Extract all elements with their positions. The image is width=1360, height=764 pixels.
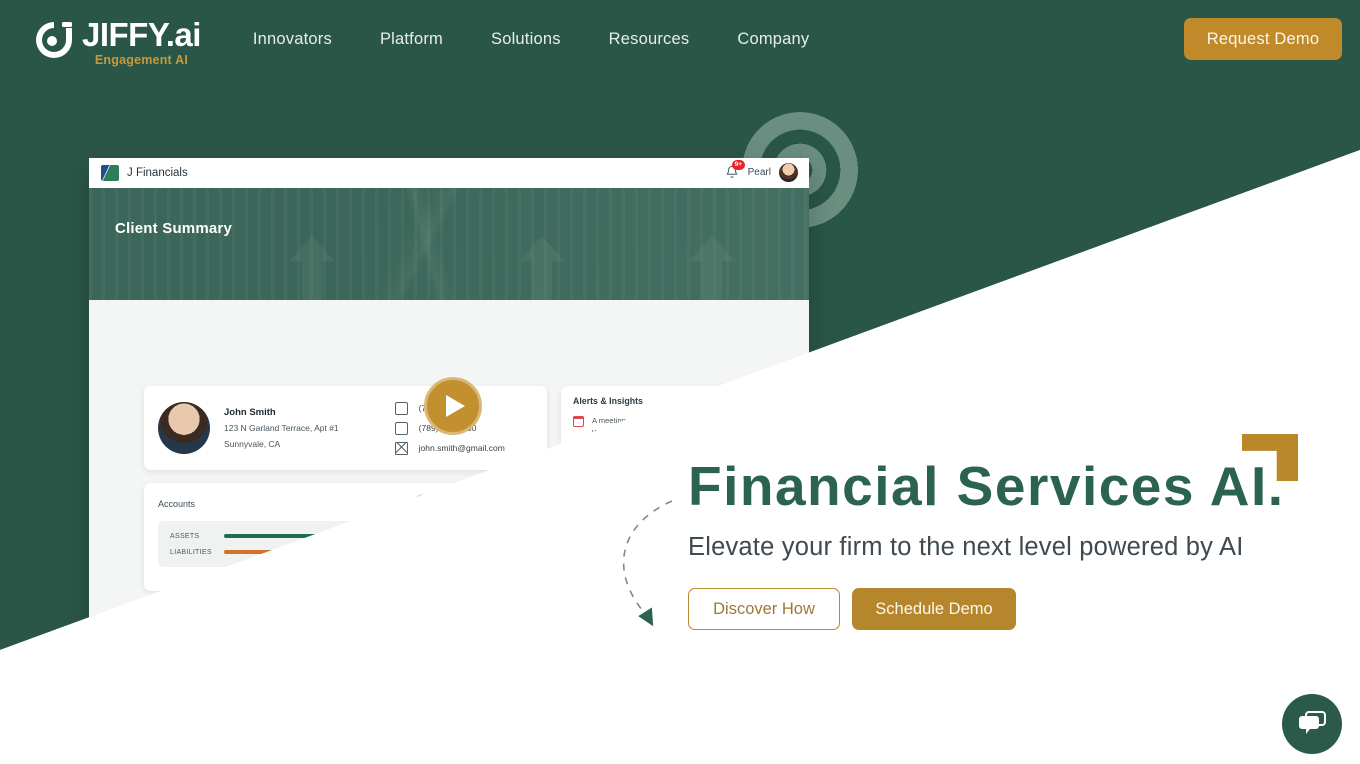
- nav-item-platform[interactable]: Platform: [380, 30, 443, 49]
- contact-email-value: john.smith@gmail.com: [418, 443, 505, 453]
- client-address-line1: 123 N Garland Terrace, Apt #1: [224, 422, 339, 433]
- chat-widget-button[interactable]: [1282, 694, 1342, 754]
- j-financials-logo-icon: [101, 165, 119, 181]
- mobile-icon: [394, 401, 408, 415]
- alert-message: A meeting with this client is long overd…: [592, 416, 731, 448]
- dashboard-user-name: Pearl: [747, 167, 771, 178]
- bar-track-liabilities: [224, 550, 459, 554]
- assets-list-card: ASSETS ⌄ Cash (4) $ 160 ⌄ Equity (12) ⌃ …: [144, 603, 547, 624]
- assets-list-heading: ASSETS: [158, 614, 192, 623]
- client-name: John Smith: [224, 406, 276, 418]
- toggle-portfolios[interactable]: Portfolios: [475, 495, 532, 512]
- nav-item-solutions[interactable]: Solutions: [491, 30, 561, 49]
- dashed-curved-arrow: [622, 500, 673, 627]
- bar-value-liabilities: $ 280,000: [480, 547, 521, 557]
- alerts-header: Alerts & Insights ‹ ›: [573, 396, 745, 406]
- dashboard-user-avatar[interactable]: [778, 162, 799, 183]
- play-icon: [446, 395, 465, 417]
- brand-logo[interactable]: JIFFY.ai Engagement AI: [32, 12, 201, 67]
- accounts-card: Accounts Accounts Portfolios ASSETS $ 99…: [144, 483, 547, 591]
- notification-badge: 9+: [731, 160, 746, 170]
- schedule-demo-button[interactable]: Schedule Demo: [852, 588, 1016, 630]
- accounts-portfolios-toggle[interactable]: Accounts Portfolios: [413, 494, 533, 513]
- bar-value-assets: $ 990,000: [480, 531, 521, 541]
- request-demo-button[interactable]: Request Demo: [1184, 18, 1342, 60]
- nav-item-company[interactable]: Company: [737, 30, 809, 49]
- hero-background-artwork: [89, 188, 809, 300]
- client-summary-title: Client Summary: [115, 220, 232, 237]
- bar-fill-liabilities: [224, 550, 318, 554]
- bar-track-assets: [224, 534, 459, 538]
- client-details: John Smith 123 N Garland Terrace, Apt #1…: [224, 407, 339, 450]
- brand-name: JIFFY.ai: [82, 15, 201, 53]
- bar-row-assets: ASSETS $ 990,000: [170, 531, 521, 541]
- bar-row-liabilities: LIABILITIES $ 280,000: [170, 547, 521, 557]
- hero-cta-group: Discover How Schedule Demo: [688, 588, 1285, 630]
- dashboard-titlebar-right: 9+ Pearl: [725, 160, 799, 183]
- top-navigation-bar: JIFFY.ai Engagement AI Innovators Platfo…: [0, 0, 1360, 78]
- dashboard-hero-banner: Client Summary: [89, 188, 809, 300]
- chat-bubble-icon: [1299, 711, 1326, 734]
- client-avatar: [158, 402, 210, 454]
- brand-tagline: Engagement AI: [94, 52, 188, 67]
- play-video-button[interactable]: [424, 377, 482, 435]
- bar-label-liabilities: LIABILITIES: [170, 548, 212, 556]
- email-icon: [394, 441, 408, 455]
- office-phone-icon: [394, 421, 408, 435]
- toggle-accounts[interactable]: Accounts: [414, 495, 475, 512]
- accounts-header: Accounts Accounts Portfolios: [158, 494, 533, 513]
- brand-text: JIFFY.ai Engagement AI: [82, 15, 201, 67]
- bar-label-assets: ASSETS: [170, 532, 200, 540]
- discover-how-button[interactable]: Discover How: [688, 588, 840, 630]
- nav-links: Innovators Platform Solutions Resources …: [253, 30, 857, 49]
- hero-copy: Financial Services AI. Elevate your firm…: [688, 455, 1285, 630]
- jiffy-circle-logo-icon: [32, 18, 76, 62]
- nav-item-resources[interactable]: Resources: [609, 30, 690, 49]
- chevron-right-icon[interactable]: ›: [742, 396, 745, 406]
- nav-item-innovators[interactable]: Innovators: [253, 30, 332, 49]
- dashboard-titlebar: J Financials 9+ Pearl: [89, 158, 809, 188]
- accounts-label: Accounts: [158, 498, 196, 509]
- client-address-line2: Sunnyvale, CA: [224, 438, 281, 449]
- alerts-nav: ‹ ›: [727, 396, 745, 406]
- hero-subheading: Elevate your firm to the next level powe…: [688, 533, 1244, 561]
- client-profile-card: John Smith 123 N Garland Terrace, Apt #1…: [144, 386, 547, 470]
- accounts-bars: ASSETS $ 990,000 LIABILITIES $ 280,000: [158, 521, 533, 567]
- dashboard-app-name: J Financials: [127, 167, 188, 179]
- contact-row-email: john.smith@gmail.com: [394, 441, 505, 455]
- chevron-left-icon[interactable]: ‹: [727, 396, 730, 406]
- page-root: JIFFY.ai Engagement AI Innovators Platfo…: [0, 0, 1360, 764]
- page-title: Financial Services AI.: [688, 455, 1285, 517]
- calendar-alert-icon: [572, 415, 585, 427]
- alerts-body: A meeting with this client is long overd…: [572, 415, 745, 450]
- alerts-title: Alerts & Insights: [573, 396, 643, 406]
- bar-fill-assets: [224, 534, 459, 538]
- notification-bell-icon[interactable]: 9+: [725, 160, 746, 180]
